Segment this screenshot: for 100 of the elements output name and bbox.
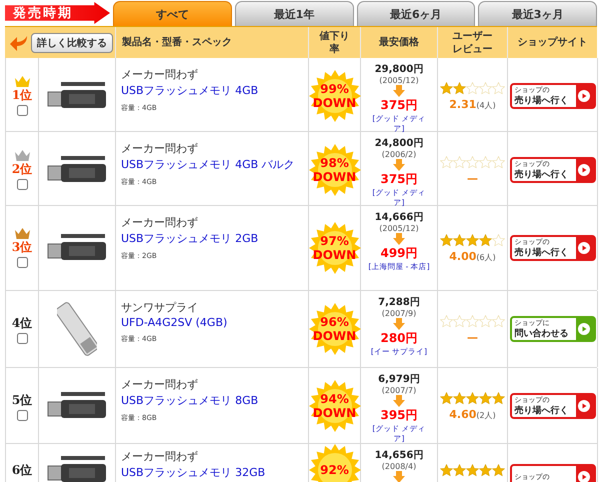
star-icon xyxy=(492,464,505,477)
product-link[interactable]: USBフラッシュメモリ 32GB xyxy=(121,465,266,480)
usb-stick-drawing xyxy=(47,454,107,482)
star-icon xyxy=(479,464,492,477)
star-icon xyxy=(466,156,479,168)
release-date: (2007/9) xyxy=(382,309,416,318)
down-label: DOWN xyxy=(312,170,356,184)
period-tab[interactable]: すべて xyxy=(113,1,232,26)
crown-icon xyxy=(14,228,30,239)
play-icon xyxy=(578,400,590,412)
lowest-price: 375円 xyxy=(380,171,418,188)
down-arrow-icon xyxy=(393,318,405,330)
original-price: 14,656円 xyxy=(374,449,424,462)
down-arrow-icon xyxy=(393,159,405,171)
maker-name: メーカー問わず xyxy=(121,449,198,464)
star-icon xyxy=(492,234,505,246)
column-header: ショップサイト xyxy=(507,27,597,58)
rank-label: 2位 xyxy=(12,161,32,178)
star-icon xyxy=(492,156,505,168)
product-link[interactable]: USBフラッシュメモリ 4GB バルク xyxy=(121,157,295,172)
rank-label: 6位 xyxy=(12,462,32,478)
compare-checkbox[interactable] xyxy=(16,410,28,420)
star-icon xyxy=(466,82,479,94)
column-header: 最安価格 xyxy=(360,27,437,58)
star-icon xyxy=(479,314,492,328)
rating-score: 4.00(6人) xyxy=(449,250,496,262)
down-label: DOWN xyxy=(312,96,356,110)
lowest-price: 280円 xyxy=(380,330,418,347)
play-icon xyxy=(578,164,590,176)
star-icon xyxy=(440,82,453,94)
column-header: ユーザーレビュー xyxy=(437,27,507,58)
star-icon xyxy=(453,314,466,328)
star-icon xyxy=(466,464,479,477)
release-date: (2007/7) xyxy=(382,386,416,395)
release-period-label: 発売時期 xyxy=(5,2,110,24)
rating-score: — xyxy=(467,172,478,184)
star-icon xyxy=(492,392,505,404)
period-tab[interactable]: 最近3ヶ月 xyxy=(478,1,597,26)
lowest-price: 395円 xyxy=(380,407,418,424)
down-label: DOWN xyxy=(312,329,356,343)
rank-label: 4位 xyxy=(12,314,32,332)
rating-score: 2.31(4人) xyxy=(449,98,496,110)
rank-label: 5位 xyxy=(12,392,32,408)
curved-arrow-icon xyxy=(9,34,29,52)
rating-score: — xyxy=(467,330,478,344)
star-icon xyxy=(466,234,479,246)
maker-name: メーカー問わず xyxy=(121,141,198,156)
period-tab[interactable]: 最近1年 xyxy=(234,1,354,26)
star-icon xyxy=(440,234,453,246)
original-price: 6,979円 xyxy=(378,373,420,386)
star-icon xyxy=(453,234,466,246)
star-icon xyxy=(440,464,453,477)
period-tab[interactable]: 最近6ヶ月 xyxy=(356,1,476,26)
star-icon xyxy=(466,392,479,404)
compare-checkbox[interactable] xyxy=(16,179,28,190)
star-icon xyxy=(453,156,466,168)
maker-name: メーカー問わず xyxy=(121,377,198,392)
star-icon xyxy=(440,314,453,328)
star-icon xyxy=(440,392,453,404)
compare-button[interactable]: 詳しく比較する xyxy=(31,32,113,52)
star-icon xyxy=(492,314,505,328)
compare-checkbox[interactable] xyxy=(16,332,28,344)
maker-name: メーカー問わず xyxy=(121,215,198,230)
original-price: 14,666円 xyxy=(374,211,424,224)
rank-label: 1位 xyxy=(12,87,32,104)
release-date: (2008/4) xyxy=(382,462,416,471)
lowest-price: 499円 xyxy=(380,245,418,262)
product-link[interactable]: USBフラッシュメモリ 2GB xyxy=(121,231,258,246)
star-icon xyxy=(492,82,505,94)
rating-score: 4.60(2人) xyxy=(449,408,496,420)
product-link[interactable]: USBフラッシュメモリ 4GB xyxy=(121,83,258,98)
star-icon xyxy=(466,314,479,328)
down-arrow-icon xyxy=(393,85,405,97)
crown-icon xyxy=(14,150,30,161)
original-price: 24,800円 xyxy=(374,137,424,150)
down-label: DOWN xyxy=(312,248,356,262)
discount-percent: 92% xyxy=(320,463,349,477)
discount-percent: 97% xyxy=(320,234,349,248)
product-link[interactable]: UFD-A4G2SV (4GB) xyxy=(121,316,228,329)
maker-name: サンワサプライ xyxy=(121,300,198,315)
play-icon xyxy=(578,471,590,482)
discount-percent: 94% xyxy=(320,392,349,406)
column-header: 製品名・型番・スペック xyxy=(115,27,308,58)
compare-checkbox[interactable] xyxy=(16,105,28,116)
star-icon xyxy=(479,234,492,246)
down-arrow-icon xyxy=(393,233,405,245)
star-icon xyxy=(453,464,466,477)
down-arrow-icon xyxy=(393,395,405,407)
compare-checkbox[interactable] xyxy=(16,257,28,268)
play-icon xyxy=(578,323,590,335)
release-date: (2006/2) xyxy=(382,150,416,159)
discount-percent: 98% xyxy=(320,156,349,170)
crown-icon xyxy=(14,76,30,87)
rank-label: 3位 xyxy=(12,239,32,256)
product-link[interactable]: USBフラッシュメモリ 8GB xyxy=(121,393,258,408)
discount-percent: 99% xyxy=(320,82,349,96)
discount-percent: 96% xyxy=(320,315,349,329)
release-date: (2005/12) xyxy=(379,224,419,233)
original-price: 7,288円 xyxy=(378,296,420,309)
lowest-price: 375円 xyxy=(380,97,418,114)
